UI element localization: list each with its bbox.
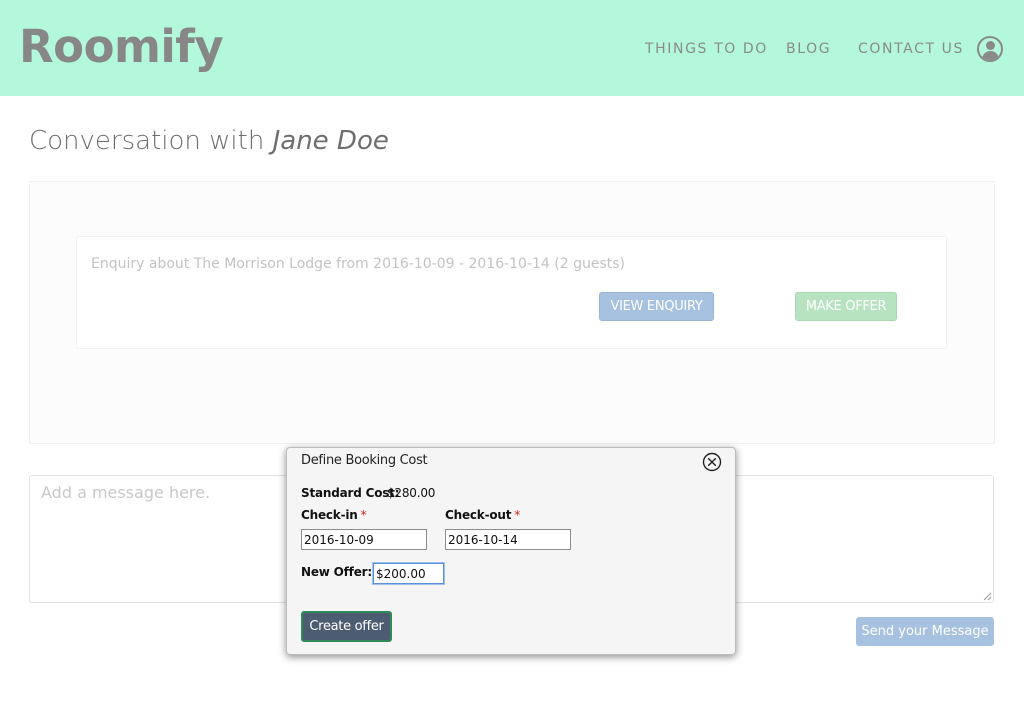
nav-blog[interactable]: BLOG	[786, 41, 831, 57]
dialog-title: Define Booking Cost	[301, 453, 428, 468]
enquiry-summary: Enquiry about The Morrison Lodge from 20…	[91, 256, 626, 272]
brand-logo[interactable]: Roomify	[19, 20, 224, 73]
view-enquiry-button[interactable]: VIEW ENQUIRY	[599, 292, 714, 321]
conversation-partner-name: Jane Doe	[272, 126, 389, 156]
required-marker: *	[514, 508, 521, 522]
checkout-label: Check-out *	[445, 508, 521, 522]
top-navbar: Roomify THINGS TO DO BLOG CONTACT US	[0, 0, 1024, 96]
create-offer-button[interactable]: Create offer	[301, 611, 392, 642]
page-title: Conversation with Jane Doe	[29, 126, 389, 156]
booking-cost-dialog: Define Booking Cost Standard Cost: $280.…	[286, 447, 736, 655]
send-message-button[interactable]: Send your Message	[856, 617, 994, 646]
checkin-label: Check-in *	[301, 508, 367, 522]
standard-cost-label: Standard Cost:	[301, 486, 400, 500]
checkout-field[interactable]	[445, 529, 571, 550]
resize-handle-icon[interactable]	[982, 591, 992, 601]
new-offer-label: New Offer:*	[301, 565, 381, 579]
nav-contact-us[interactable]: CONTACT US	[858, 41, 964, 57]
user-avatar-icon[interactable]	[977, 36, 1003, 62]
page-title-prefix: Conversation with	[29, 126, 273, 156]
required-marker: *	[360, 508, 367, 522]
checkin-field[interactable]	[301, 529, 427, 550]
new-offer-field[interactable]	[373, 563, 444, 584]
nav-things-to-do[interactable]: THINGS TO DO	[645, 41, 768, 57]
make-offer-button[interactable]: MAKE OFFER	[795, 292, 897, 321]
standard-cost-value: $280.00	[387, 486, 436, 500]
close-icon[interactable]	[702, 452, 722, 472]
